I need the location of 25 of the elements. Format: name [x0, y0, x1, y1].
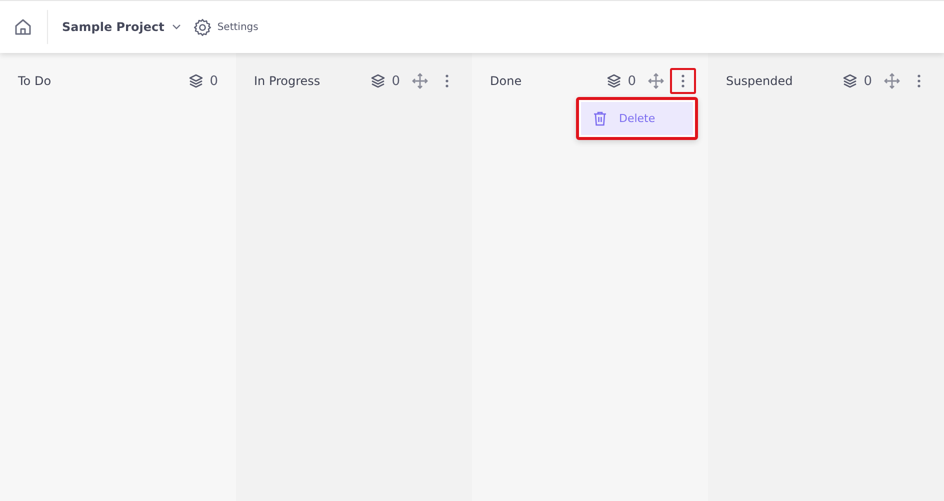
column-title: To Do: [18, 74, 52, 88]
more-icon: [445, 74, 449, 88]
layers-icon: [842, 73, 858, 89]
column-title: In Progress: [254, 74, 320, 88]
home-icon[interactable]: [14, 18, 32, 36]
card-count: 0: [628, 74, 636, 88]
column-title: Done: [490, 74, 522, 88]
more-button[interactable]: [670, 68, 696, 94]
card-count: 0: [210, 74, 218, 88]
project-selector[interactable]: Sample Project: [62, 20, 182, 34]
more-icon: [681, 74, 685, 88]
move-icon[interactable]: [648, 73, 664, 89]
more-icon: [917, 74, 921, 88]
card-count: 0: [392, 74, 400, 88]
trash-icon: [593, 111, 607, 126]
settings-icon: [193, 18, 212, 36]
layers-icon: [188, 73, 204, 89]
layers-icon: [606, 73, 622, 89]
card-count: 0: [864, 74, 872, 88]
layers-icon: [370, 73, 386, 89]
move-icon[interactable]: [884, 73, 900, 89]
chevron-down-icon: [172, 24, 182, 30]
move-icon[interactable]: [412, 73, 428, 89]
settings-link[interactable]: Settings: [193, 18, 258, 36]
column-title: Suspended: [726, 74, 793, 88]
